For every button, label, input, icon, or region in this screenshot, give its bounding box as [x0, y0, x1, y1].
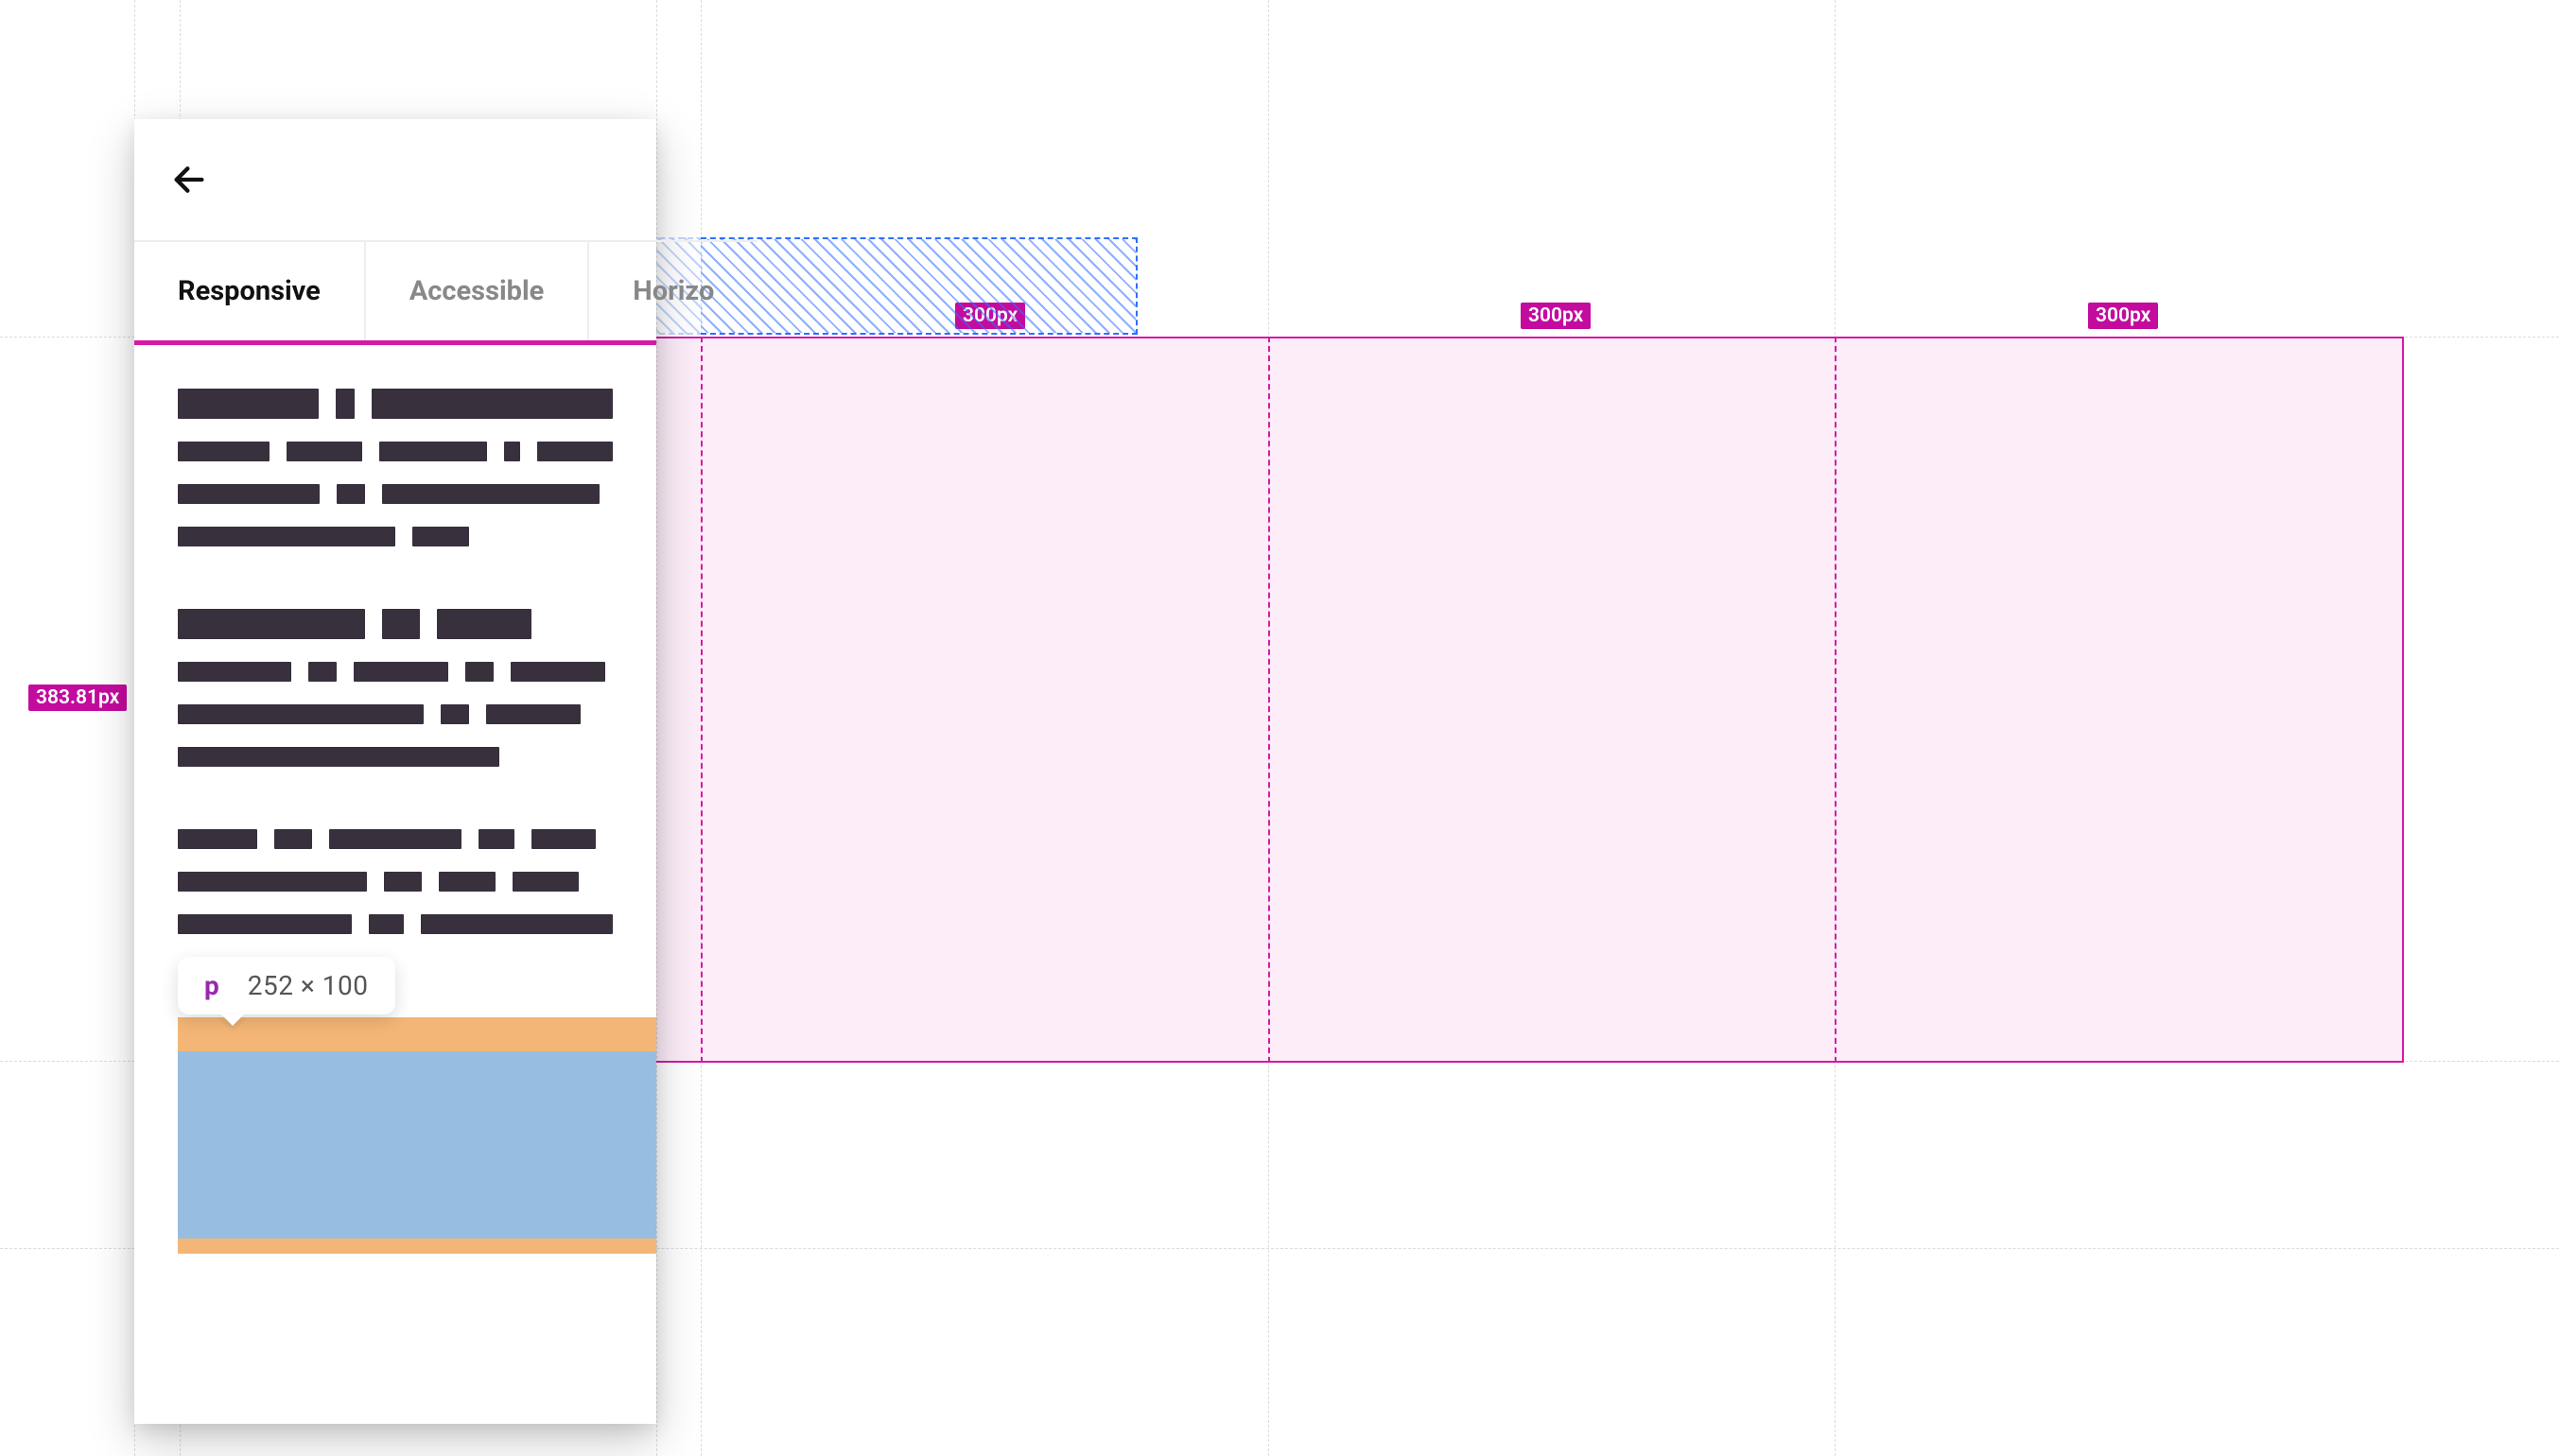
grid-column-divider	[701, 337, 703, 1063]
text-placeholder-bar	[178, 527, 395, 546]
text-placeholder-bar	[178, 609, 365, 639]
text-placeholder-bar	[384, 872, 422, 892]
box-model-overlay	[178, 1017, 656, 1254]
tab-label: Horizo	[633, 275, 714, 307]
element-tag: p	[204, 970, 219, 1001]
text-placeholder-bar	[178, 872, 367, 892]
text-placeholder-bar	[287, 442, 362, 461]
arrow-left-icon[interactable]	[168, 159, 210, 200]
box-model-margin-top	[178, 1017, 656, 1051]
text-placeholder-bar	[178, 704, 424, 724]
tab-horizo[interactable]: Horizo	[589, 240, 757, 340]
text-placeholder-bar	[439, 872, 496, 892]
tabstrip-overflow-hatch	[701, 237, 1138, 335]
element-info-tooltip: p 252 × 100	[178, 957, 395, 1014]
tab-accessible[interactable]: Accessible	[366, 240, 589, 340]
guide-vertical	[1268, 0, 1269, 1456]
text-placeholder-bar	[178, 442, 270, 461]
device-header	[134, 119, 656, 240]
text-placeholder-bar	[465, 662, 494, 682]
text-placeholder-bar	[479, 829, 514, 849]
element-dims: 252 × 100	[248, 970, 369, 1001]
box-model-margin-bottom	[178, 1239, 656, 1254]
text-placeholder-bar	[308, 662, 337, 682]
text-placeholder-bar	[337, 484, 365, 504]
text-placeholder-bar	[437, 609, 531, 639]
text-placeholder-bar	[486, 704, 581, 724]
text-placeholder-bar	[178, 829, 257, 849]
guide-vertical	[1835, 0, 1836, 1456]
text-placeholder-bar	[382, 484, 600, 504]
text-placeholder-bar	[379, 442, 486, 461]
box-model-padding	[178, 1051, 656, 1239]
panel-content	[134, 345, 656, 1000]
text-placeholder-bar	[531, 829, 596, 849]
tab-label: Accessible	[409, 275, 544, 307]
text-placeholder-bar	[178, 389, 319, 419]
text-placeholder-bar	[354, 662, 448, 682]
text-placeholder-bar	[537, 442, 613, 461]
text-placeholder-bar	[178, 747, 499, 767]
text-placeholder-bar	[382, 609, 420, 639]
text-placeholder-bar	[372, 389, 613, 419]
text-placeholder-bar	[369, 914, 404, 934]
selection-height-label: 383.81px	[28, 685, 127, 711]
text-placeholder-bar	[421, 914, 613, 934]
text-placeholder-bar	[178, 484, 320, 504]
text-placeholder-bar	[329, 829, 461, 849]
column-width-label: 300px	[1521, 303, 1591, 329]
tab-label: Responsive	[178, 275, 321, 307]
text-placeholder-bar	[336, 389, 355, 419]
grid-column-divider	[1835, 337, 1837, 1063]
text-placeholder-bar	[178, 914, 352, 934]
column-width-label: 300px	[955, 303, 1025, 329]
text-placeholder-bar	[511, 662, 605, 682]
text-placeholder-bar	[178, 662, 291, 682]
tab-responsive[interactable]: Responsive	[134, 240, 366, 340]
column-width-label: 300px	[2088, 303, 2158, 329]
text-placeholder-bar	[274, 829, 312, 849]
text-placeholder-bar	[513, 872, 579, 892]
guide-vertical	[701, 0, 702, 1456]
guide-vertical	[656, 0, 657, 1456]
tab-strip: Responsive Accessible Horizo	[134, 240, 656, 340]
grid-column-divider	[1268, 337, 1270, 1063]
text-placeholder-bar	[441, 704, 469, 724]
text-placeholder-bar	[504, 442, 521, 461]
text-placeholder-bar	[412, 527, 469, 546]
